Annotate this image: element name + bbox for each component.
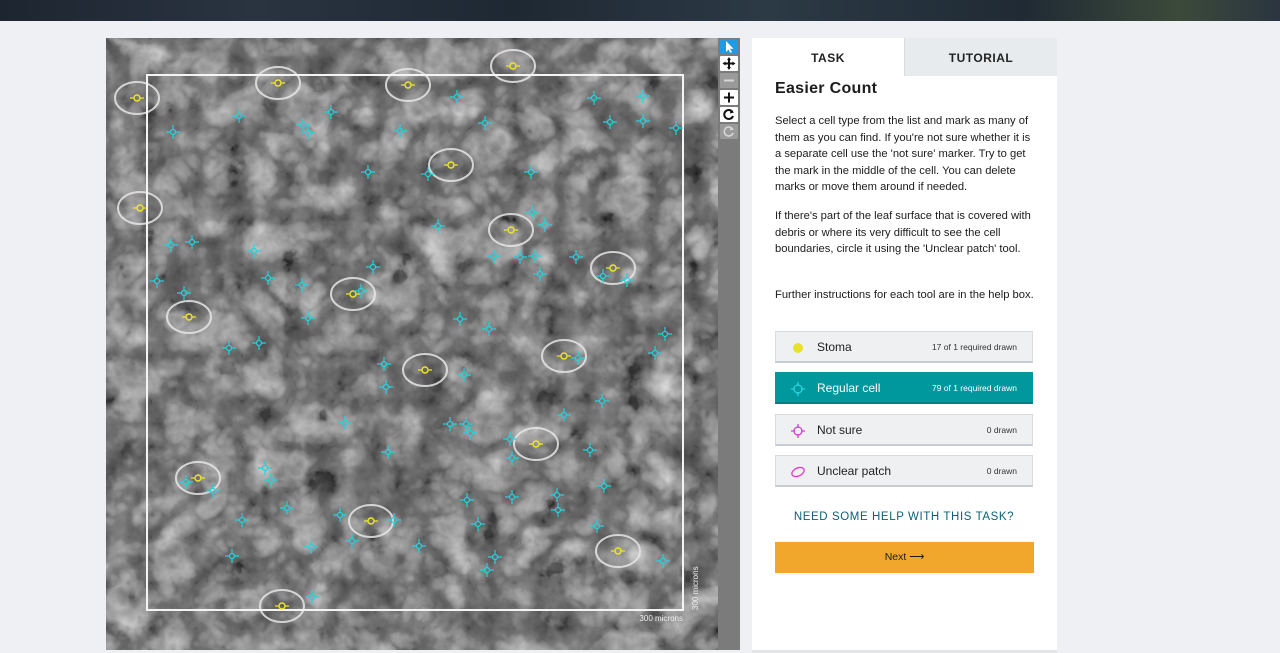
panel-tabs: TASK TUTORIAL — [752, 38, 1057, 76]
rotate-icon[interactable] — [720, 107, 738, 122]
tool-count: 0 drawn — [986, 466, 1017, 476]
task-panel: TASK TUTORIAL Easier Count Select a cell… — [752, 38, 1057, 653]
refresh-icon[interactable] — [720, 124, 738, 139]
tool-unclear-patch[interactable]: Unclear patch 0 drawn — [775, 455, 1033, 487]
tool-label: Not sure — [817, 423, 863, 437]
viewer-toolbar — [718, 38, 740, 650]
leaf-micrograph[interactable]: 300 microns 300 microns — [106, 38, 718, 650]
instructions-paragraph: Select a cell type from the list and mar… — [775, 115, 1031, 194]
yellow-dot-icon — [793, 343, 803, 353]
top-banner — [0, 0, 1280, 21]
tool-regular-cell[interactable]: Regular cell 79 of 1 required drawn — [775, 372, 1033, 404]
tab-tutorial[interactable]: TUTORIAL — [904, 38, 1057, 76]
tool-count: 79 of 1 required drawn — [931, 383, 1017, 393]
tool-stoma[interactable]: Stoma 17 of 1 required drawn — [775, 331, 1033, 363]
next-button[interactable]: Next ⟶ — [775, 542, 1034, 573]
help-link[interactable]: NEED SOME HELP WITH THIS TASK? — [775, 511, 1033, 523]
ellipse-icon — [791, 466, 805, 478]
tool-label: Regular cell — [817, 381, 881, 395]
instructions-paragraph: Further instructions for each tool are i… — [775, 289, 1034, 301]
tool-not-sure[interactable]: Not sure 0 drawn — [775, 414, 1033, 446]
crosshair-icon — [791, 424, 805, 438]
minus-icon[interactable] — [720, 73, 738, 88]
scale-label: 300 microns — [639, 614, 683, 623]
tool-label: Unclear patch — [817, 464, 892, 478]
tab-task[interactable]: TASK — [752, 38, 904, 76]
scale-label-vertical: 300 microns — [691, 566, 700, 610]
pointer-icon[interactable] — [720, 39, 738, 54]
tool-count: 0 drawn — [986, 425, 1017, 435]
subject-image-viewer[interactable]: 300 microns 300 microns — [106, 38, 718, 650]
move-icon[interactable] — [720, 56, 738, 71]
crosshair-icon — [791, 382, 805, 396]
instructions-paragraph: If there's part of the leaf surface that… — [775, 210, 1031, 256]
tool-count: 17 of 1 required drawn — [931, 342, 1017, 352]
task-title: Easier Count — [775, 80, 878, 97]
plus-icon[interactable] — [720, 90, 738, 105]
tool-label: Stoma — [817, 340, 852, 354]
